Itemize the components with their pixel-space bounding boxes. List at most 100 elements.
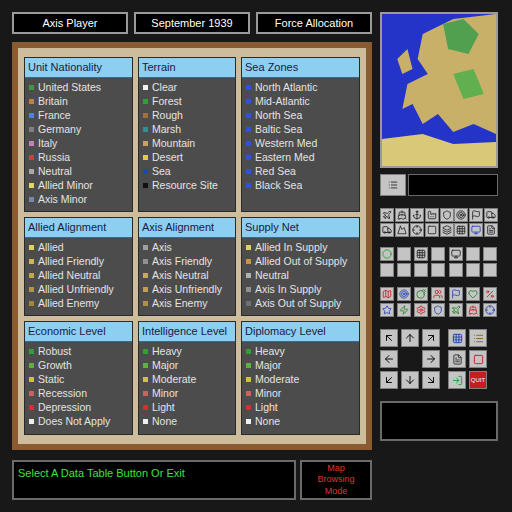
tool-button[interactable] [397, 287, 411, 301]
tool-button[interactable] [466, 287, 480, 301]
scroll-button[interactable] [422, 371, 440, 389]
tool-button[interactable] [454, 223, 468, 237]
tool-button[interactable] [431, 263, 445, 277]
tool-button[interactable] [440, 223, 454, 237]
tool-button[interactable] [483, 263, 497, 277]
scroll-button[interactable] [380, 371, 398, 389]
color-swatch [29, 169, 34, 174]
color-swatch [143, 141, 148, 146]
scroll-button[interactable] [380, 350, 398, 368]
tool-button[interactable] [380, 208, 394, 222]
tool-button[interactable] [454, 208, 468, 222]
tool-button[interactable] [397, 247, 411, 261]
tool-button[interactable] [469, 208, 483, 222]
tool-button[interactable] [466, 303, 480, 317]
legend-item: None [143, 415, 231, 429]
legend-table[interactable]: Supply NetAllied In SupplyAllied Out of … [241, 217, 360, 316]
legend-table[interactable]: Economic LevelRobustGrowthStaticRecessio… [24, 321, 133, 435]
tool-button[interactable] [395, 208, 409, 222]
legend-item: Clear [143, 81, 231, 95]
scroll-button[interactable] [401, 371, 419, 389]
tool-button[interactable] [449, 263, 463, 277]
legend-item: Germany [29, 123, 128, 137]
color-swatch [29, 391, 34, 396]
color-swatch [143, 273, 148, 278]
tool-button[interactable] [466, 247, 480, 261]
legend-item: Allied Out of Supply [246, 255, 355, 269]
tool-button[interactable] [425, 208, 439, 222]
tool-button[interactable] [380, 287, 394, 301]
tool-button[interactable] [469, 223, 483, 237]
tool-button[interactable] [414, 287, 428, 301]
legend-item: Axis Enemy [143, 297, 231, 311]
scroll-button[interactable] [422, 329, 440, 347]
color-swatch [143, 127, 148, 132]
tool-button[interactable] [414, 263, 428, 277]
legend-item: Light [143, 401, 231, 415]
tool-button[interactable] [449, 287, 463, 301]
info-value [408, 174, 498, 196]
tool-button[interactable] [449, 247, 463, 261]
tool-button[interactable] [414, 247, 428, 261]
legend-item: Axis Minor [29, 193, 128, 207]
tool-button[interactable] [483, 287, 497, 301]
tool-button[interactable] [395, 223, 409, 237]
tool-button[interactable] [397, 263, 411, 277]
tool-button[interactable] [410, 208, 424, 222]
color-swatch [143, 377, 148, 382]
legend-item: North Atlantic [246, 81, 355, 95]
legend-table[interactable]: TerrainClearForestRoughMarshMountainDese… [138, 57, 236, 212]
scroll-button[interactable] [380, 329, 398, 347]
legend-table[interactable]: Diplomacy LevelHeavyMajorModerateMinorLi… [241, 321, 360, 435]
tool-button[interactable] [410, 223, 424, 237]
legend-table[interactable]: Unit NationalityUnited StatesBritainFran… [24, 57, 133, 212]
color-swatch [143, 155, 148, 160]
tool-button[interactable] [397, 303, 411, 317]
tool-button[interactable] [425, 223, 439, 237]
header-label: Force Allocation [256, 12, 372, 34]
exit-icon [452, 375, 463, 386]
tool-button[interactable] [414, 303, 428, 317]
tool-button[interactable] [440, 208, 454, 222]
exit-button[interactable] [448, 371, 466, 389]
tool-button[interactable] [466, 263, 480, 277]
tool-button[interactable] [484, 208, 498, 222]
color-swatch [246, 363, 251, 368]
legend-list: RobustGrowthStaticRecessionDepressionDoe… [25, 342, 132, 429]
legend-item: Axis Neutral [143, 269, 231, 283]
tool-button[interactable] [431, 303, 445, 317]
arrow-icon [383, 332, 395, 344]
scroll-button[interactable] [422, 350, 440, 368]
arrow-icon [383, 374, 395, 386]
color-swatch [29, 155, 34, 160]
legend-item: Depression [29, 401, 128, 415]
tool-button[interactable] [449, 303, 463, 317]
system-buttons: QUIT [448, 329, 487, 389]
minimap[interactable] [380, 12, 498, 168]
table-button[interactable] [448, 329, 466, 347]
legend-table[interactable]: Sea ZonesNorth AtlanticMid-AtlanticNorth… [241, 57, 360, 212]
color-swatch [246, 245, 251, 250]
cancel-button[interactable] [469, 350, 487, 368]
tool-button[interactable] [380, 263, 394, 277]
legend-item: Axis Out of Supply [246, 297, 355, 311]
document-icon [452, 354, 463, 365]
legend-table[interactable]: Axis AlignmentAxisAxis FriendlyAxis Neut… [138, 217, 236, 316]
tool-button[interactable] [380, 303, 394, 317]
data-button[interactable] [448, 350, 466, 368]
tool-button[interactable] [380, 247, 394, 261]
tool-button[interactable] [380, 223, 394, 237]
list-button[interactable] [469, 329, 487, 347]
tool-button[interactable] [483, 247, 497, 261]
tool-button[interactable] [484, 223, 498, 237]
tool-button[interactable] [483, 303, 497, 317]
tool-button[interactable] [431, 287, 445, 301]
color-swatch [246, 85, 251, 90]
quit-button[interactable]: QUIT [469, 371, 487, 389]
legend-title: Terrain [139, 58, 235, 78]
scroll-button[interactable] [401, 329, 419, 347]
legend-table[interactable]: Allied AlignmentAlliedAllied FriendlyAll… [24, 217, 133, 316]
legend-item: Neutral [29, 165, 128, 179]
tool-button[interactable] [431, 247, 445, 261]
legend-table[interactable]: Intelligence LevelHeavyMajorModerateMino… [138, 321, 236, 435]
